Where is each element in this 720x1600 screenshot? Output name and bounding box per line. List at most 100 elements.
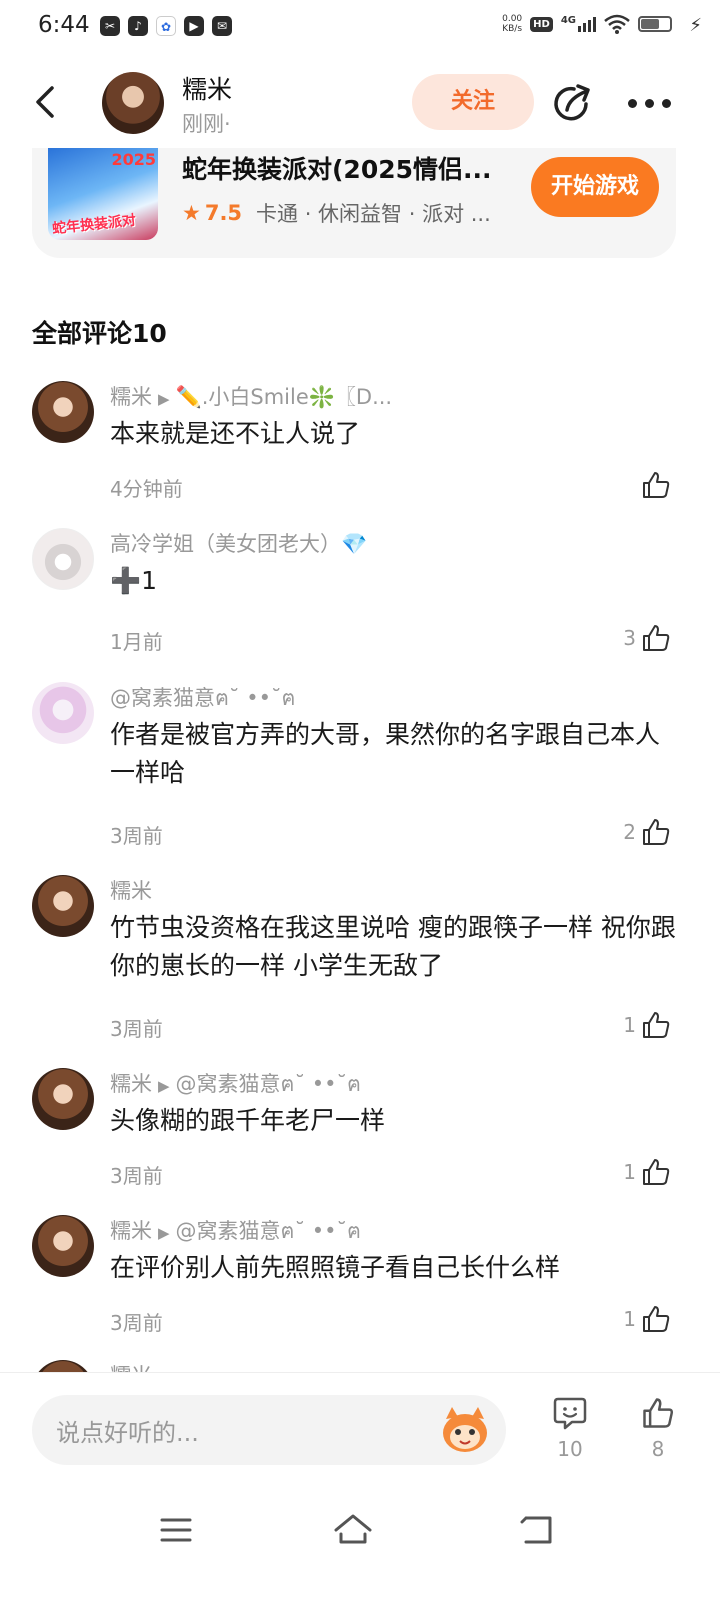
thumbs-up-icon	[643, 1159, 670, 1185]
commenter-name: 糯米	[110, 1219, 152, 1243]
commenter-line[interactable]: 糯米 ▶ ✏️.小白Smile❇️〖D...	[110, 381, 430, 411]
commenter-avatar[interactable]	[32, 1068, 94, 1130]
like-count: 1	[623, 1160, 636, 1184]
home-icon[interactable]	[331, 1508, 375, 1552]
comment-like-button[interactable]: 1	[623, 1156, 672, 1188]
commenter-name: 糯米	[110, 1072, 152, 1096]
like-count: 3	[623, 626, 636, 650]
commenter-avatar[interactable]	[32, 682, 94, 744]
status-notification-icons: ✂ ♪ ✿ ▶ ✉	[100, 16, 232, 36]
commenter-name: 糯米	[110, 879, 152, 903]
reply-arrow-icon: ▶	[158, 1077, 170, 1095]
comment-item: 糯米	[0, 1360, 720, 1372]
comment-like-button[interactable]: 3	[623, 622, 672, 654]
comment-text[interactable]: ➕1	[110, 562, 680, 600]
comment-item: 糯米 ▶ @窝素猫意ฅ˘ ••˘ฅ 头像糊的跟千年老尸一样 3周前 1	[0, 1068, 720, 1198]
post-time: 刚刚·	[182, 112, 231, 136]
comment-time: 3周前	[110, 824, 163, 848]
dot-icon	[662, 98, 671, 108]
comment-text[interactable]: 竹节虫没资格在我这里说哈 瘦的跟筷子一样 祝你跟你的崽长的一样 小学生无敌了	[110, 909, 680, 985]
comment-text[interactable]: 在评价别人前先照照镜子看自己长什么样	[110, 1249, 680, 1287]
comments-count: 10	[557, 1437, 583, 1461]
charging-icon: ⚡	[689, 15, 702, 36]
comment-input-bar: 说点好听的... 10 8	[0, 1372, 720, 1492]
post-header: 糯米 刚刚· 关注	[0, 60, 720, 148]
start-game-button[interactable]: 开始游戏	[531, 157, 659, 217]
status-bar: 6:44 ✂ ♪ ✿ ▶ ✉ 0.00 KB/s HD 4G ⚡	[0, 0, 720, 56]
commenter-avatar[interactable]	[32, 875, 94, 937]
commenter-avatar[interactable]	[32, 381, 94, 443]
battery-icon	[638, 16, 672, 32]
back-button[interactable]	[30, 80, 62, 124]
game-thumbnail[interactable]: 2025 蛇年换装派对	[48, 148, 158, 240]
game-title[interactable]: 蛇年换装派对(2025情侣...	[182, 150, 512, 186]
mail-notification-icon: ✉	[212, 16, 232, 36]
status-time: 6:44	[38, 12, 90, 38]
reply-to-name: @窝素猫意ฅ˘ ••˘ฅ	[175, 1219, 362, 1243]
commenter-name: 高冷学姐（美女团老大）💎	[110, 532, 368, 556]
commenter-name: 糯米	[110, 385, 152, 409]
hd-icon: HD	[530, 16, 553, 32]
thumbs-up-icon	[643, 625, 670, 651]
dot-icon	[645, 98, 654, 108]
comment-like-button[interactable]	[636, 469, 672, 501]
more-options-button[interactable]	[628, 88, 674, 118]
commenter-line[interactable]: 糯米	[110, 875, 430, 905]
comment-text[interactable]: 作者是被官方弄的大哥，果然你的名字跟自己本人一样哈	[110, 716, 680, 792]
comment-time: 4分钟前	[110, 477, 183, 501]
game-card[interactable]: 2025 蛇年换装派对 蛇年换装派对(2025情侣... ★ 7.5 卡通 · …	[32, 148, 676, 258]
share-icon[interactable]	[550, 82, 594, 126]
commenter-line[interactable]: 糯米 ▶ @窝素猫意ฅ˘ ••˘ฅ	[110, 1068, 430, 1101]
follow-button[interactable]: 关注	[412, 74, 534, 130]
status-system-icons: 0.00 KB/s HD 4G	[502, 14, 672, 34]
thumbs-up-icon	[643, 1012, 670, 1038]
commenter-avatar[interactable]	[32, 1215, 94, 1277]
comment-time: 3周前	[110, 1164, 163, 1188]
reply-to-name: ✏️.小白Smile❇️〖D...	[175, 385, 393, 409]
commenter-avatar[interactable]	[32, 528, 94, 590]
game-meta: ★ 7.5 卡通 · 休闲益智 · 派对 ...	[182, 198, 522, 228]
commenter-name[interactable]: 糯米	[110, 1360, 430, 1372]
comment-like-button[interactable]: 1	[623, 1303, 672, 1335]
comment-item: 糯米 竹节虫没资格在我这里说哈 瘦的跟筷子一样 祝你跟你的崽长的一样 小学生无敌…	[0, 875, 720, 1045]
reply-to-name: @窝素猫意ฅ˘ ••˘ฅ	[175, 1072, 362, 1096]
reply-arrow-icon: ▶	[158, 1224, 170, 1242]
like-count: 1	[623, 1307, 636, 1331]
game-rating: 7.5	[204, 201, 243, 225]
author-avatar[interactable]	[102, 72, 164, 134]
comment-icon	[553, 1397, 587, 1430]
like-count: 2	[623, 820, 636, 844]
commenter-name: @窝素猫意ฅ˘ ••˘ฅ	[110, 686, 296, 710]
baidu-notification-icon: ✿	[156, 16, 176, 36]
author-name[interactable]: 糯米	[182, 70, 232, 106]
reply-arrow-icon: ▶	[158, 390, 170, 408]
comment-input[interactable]: 说点好听的...	[32, 1395, 506, 1465]
thumbs-up-icon	[643, 472, 670, 498]
comment-item: @窝素猫意ฅ˘ ••˘ฅ 作者是被官方弄的大哥，果然你的名字跟自己本人一样哈 3…	[0, 682, 720, 852]
comment-like-button[interactable]: 1	[623, 1009, 672, 1041]
thumbs-up-icon	[643, 1398, 674, 1428]
post-like-count: 8	[651, 1437, 665, 1461]
comment-text[interactable]: 头像糊的跟千年老尸一样	[110, 1102, 680, 1140]
commenter-line[interactable]: 糯米 ▶ @窝素猫意ฅ˘ ••˘ฅ	[110, 1215, 430, 1248]
comment-input-placeholder: 说点好听的...	[56, 1419, 199, 1447]
star-icon: ★	[182, 201, 201, 225]
back-nav-icon[interactable]	[516, 1508, 560, 1552]
comment-text[interactable]: 本来就是还不让人说了	[110, 415, 680, 453]
network-speed: 0.00 KB/s	[502, 14, 523, 34]
video-notification-icon: ▶	[184, 16, 204, 36]
comment-time: 3周前	[110, 1017, 163, 1041]
commenter-line[interactable]: 高冷学姐（美女团老大）💎	[110, 528, 430, 558]
comments-count-button[interactable]: 10	[548, 1395, 592, 1461]
commenter-line[interactable]: @窝素猫意ฅ˘ ••˘ฅ	[110, 682, 430, 715]
comments-header: 全部评论10	[32, 319, 167, 348]
post-like-button[interactable]: 8	[636, 1395, 680, 1461]
emoji-icon[interactable]	[438, 1405, 492, 1455]
menu-icon[interactable]	[154, 1508, 198, 1552]
wifi-icon	[604, 14, 630, 34]
tiktok-notification-icon: ♪	[128, 16, 148, 36]
comment-like-button[interactable]: 2	[623, 816, 672, 848]
commenter-avatar[interactable]	[32, 1360, 94, 1372]
comment-time: 3周前	[110, 1311, 163, 1335]
comment-item: 高冷学姐（美女团老大）💎 ➕1 1月前 3	[0, 528, 720, 658]
